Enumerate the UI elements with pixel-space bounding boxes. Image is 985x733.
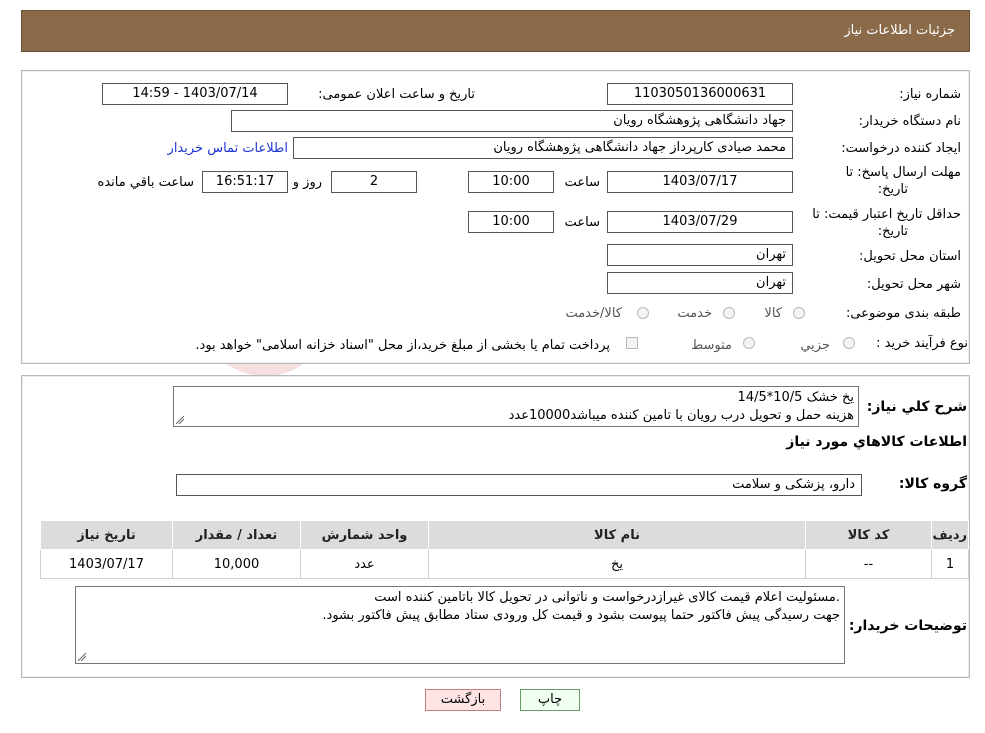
items-section-title: اطلاعات کالاهاي مورد نیاز (786, 434, 967, 450)
process-minor-label: جزیي (800, 338, 830, 353)
validity-time-label: ساعت (564, 215, 600, 230)
cell-row-number: 1 (931, 549, 969, 579)
table-row: 1 -- یخ عدد 10,000 1403/07/17 (40, 549, 969, 579)
category-goods-label: کالا (764, 306, 782, 321)
print-button[interactable]: چاپ (520, 689, 580, 711)
province-label: استان محل تحویل: (859, 249, 961, 264)
category-goods-service-radio[interactable] (637, 307, 649, 319)
page-header: جزئیات اطلاعات نیاز (21, 10, 970, 52)
remaining-days-field: 2 (331, 171, 417, 193)
col-header-goods-code: کد کالا (805, 520, 932, 550)
remaining-label: ساعت باقي مانده (97, 175, 194, 190)
col-header-quantity: تعداد / مقدار (172, 520, 301, 550)
days-label: روز و (292, 175, 322, 190)
category-goods-radio[interactable] (793, 307, 805, 319)
items-table: ردیف کد کالا نام کالا واحد شمارش تعداد /… (40, 520, 969, 579)
buyer-contact-link[interactable]: اطلاعات تماس خریدار (168, 141, 288, 156)
category-goods-service-label: کالا/خدمت (565, 306, 622, 321)
col-header-goods-name: نام کالا (428, 520, 806, 550)
buyer-org-field: جهاد دانشگاهی پژوهشگاه رویان (231, 110, 793, 132)
page-title: جزئیات اطلاعات نیاز (844, 23, 955, 38)
resize-grip-icon[interactable] (78, 653, 86, 661)
treasury-checkbox[interactable] (626, 337, 638, 349)
category-service-label: خدمت (677, 306, 712, 321)
deadline-time-label: ساعت (564, 175, 600, 190)
remaining-time-field: 16:51:17 (202, 171, 288, 193)
cell-goods-name: یخ (428, 549, 806, 579)
validity-label-date: تاریخ: (877, 224, 908, 239)
summary-line-1: یخ خشک 10/5*14/5 (737, 390, 854, 405)
col-header-need-date: تاریخ نیاز (40, 520, 173, 550)
announce-field: 1403/07/14 - 14:59 (102, 83, 288, 105)
summary-line-2: هزینه حمل و تحویل درب رویان با تامین کنن… (508, 408, 854, 423)
deadline-label: مهلت ارسال پاسخ: تا (845, 165, 961, 180)
category-service-radio[interactable] (723, 307, 735, 319)
city-field: تهران (607, 272, 793, 294)
cell-goods-code: -- (805, 549, 932, 579)
resize-grip-icon[interactable] (176, 416, 184, 424)
creator-label: ایجاد کننده درخواست: (841, 141, 961, 156)
validity-label: حداقل تاریخ اعتبار قیمت: تا (812, 207, 961, 222)
city-label: شهر محل تحویل: (866, 277, 961, 292)
goods-group-field: دارو، پزشکی و سلامت (176, 474, 862, 496)
goods-group-label: گروه کالا: (898, 476, 967, 492)
summary-textarea[interactable]: یخ خشک 10/5*14/5 هزینه حمل و تحویل درب ر… (173, 386, 859, 427)
creator-field: محمد صیادی کارپرداز جهاد دانشگاهی پژوهشگ… (293, 137, 793, 159)
buyer-notes-line-2: جهت رسیدگی پیش فاکتور حتما پیوست بشود و … (322, 608, 840, 623)
buyer-org-label: نام دستگاه خریدار: (858, 114, 961, 129)
buyer-notes-line-1: .مسئولیت اعلام قیمت کالای غیرازدرخواست و… (374, 590, 840, 605)
process-medium-label: متوسط (691, 338, 732, 353)
col-header-unit: واحد شمارش (300, 520, 429, 550)
cell-quantity: 10,000 (172, 549, 301, 579)
need-number-label: شماره نیاز: (899, 87, 961, 102)
cell-unit: عدد (300, 549, 429, 579)
table-header-row: ردیف کد کالا نام کالا واحد شمارش تعداد /… (40, 520, 969, 550)
process-minor-radio[interactable] (843, 337, 855, 349)
deadline-date-field: 1403/07/17 (607, 171, 793, 193)
deadline-label-date: تاریخ: (877, 182, 908, 197)
col-header-row-number: ردیف (931, 520, 969, 550)
buyer-notes-label: توضیحات خریدار: (848, 618, 967, 634)
validity-date-field: 1403/07/29 (607, 211, 793, 233)
deadline-time-field: 10:00 (468, 171, 554, 193)
process-label: نوع فرآیند خرید : (876, 336, 968, 351)
process-note: پرداخت تمام یا بخشی از مبلغ خرید،از محل … (195, 338, 610, 353)
back-button[interactable]: بازگشت (425, 689, 501, 711)
province-field: تهران (607, 244, 793, 266)
category-label: طبقه بندی موضوعی: (845, 306, 961, 321)
cell-need-date: 1403/07/17 (40, 549, 173, 579)
process-medium-radio[interactable] (743, 337, 755, 349)
buyer-notes-textarea[interactable]: .مسئولیت اعلام قیمت کالای غیرازدرخواست و… (75, 586, 845, 664)
summary-label: شرح کلي نیاز: (866, 399, 967, 415)
announce-label: تاریخ و ساعت اعلان عمومی: (318, 87, 475, 102)
need-number-field: 1103050136000631 (607, 83, 793, 105)
validity-time-field: 10:00 (468, 211, 554, 233)
